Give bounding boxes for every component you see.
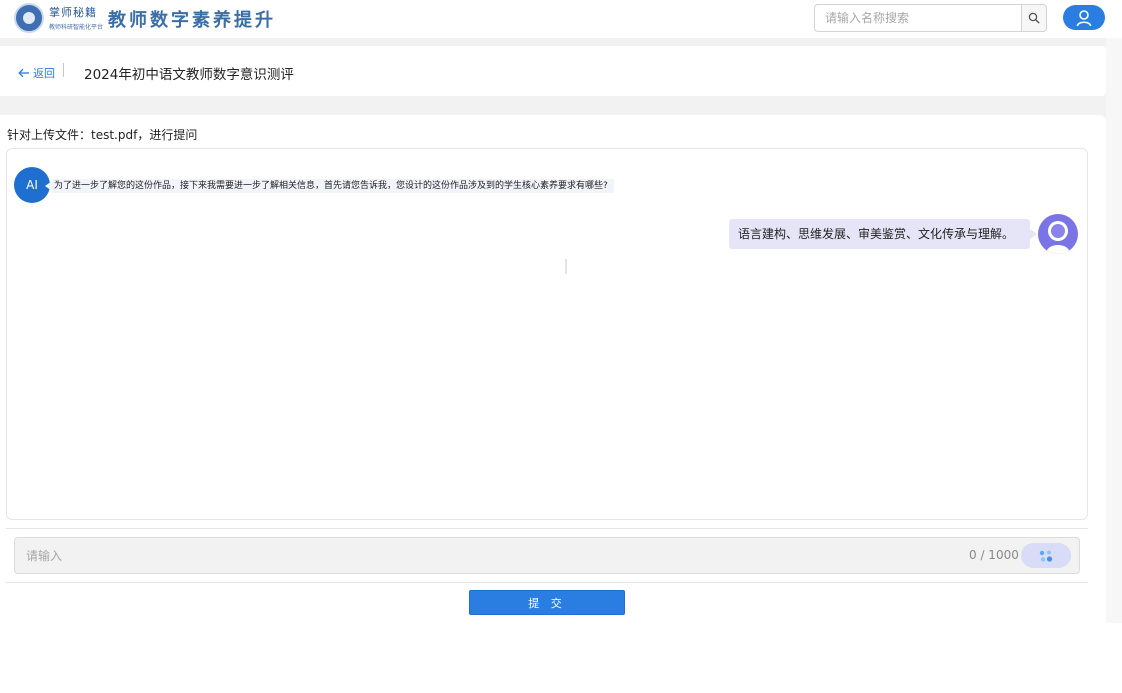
sparkle-icon [1039,550,1053,562]
arrow-left-icon [18,68,29,78]
page-title: 2024年初中语文教师数字意识测评 [84,67,294,83]
search-button[interactable] [1021,4,1047,32]
title-divider [63,63,64,77]
submit-button[interactable]: 提 交 [469,590,625,615]
user-icon [1076,9,1092,26]
logo-script-text: 掌师秘籍 [49,6,97,19]
user-message-bubble: 语言建构、思维发展、审美鉴赏、文化传承与理解。 [729,219,1030,249]
logo-subtitle: 教师科研智能化平台 [49,24,104,31]
back-link[interactable]: 返回 [18,65,55,81]
ai-assist-button[interactable] [1021,543,1071,568]
site-title: 教师数字素养提升 [108,10,276,31]
char-counter: 0 / 1000 [969,548,1019,562]
ai-message-bubble: 为了进一步了解您的这份作品，接下来我需要进一步了解相关信息，首先请您告诉我，您设… [52,179,614,193]
input-divider-bottom [6,582,1088,583]
ai-bubble-tail [45,181,52,191]
user-avatar [1038,214,1078,254]
user-bubble-tail [1030,229,1037,239]
chat-area[interactable] [6,148,1088,520]
prompt-label: 针对上传文件：test.pdf，进行提问 [7,128,198,142]
logo-emblem [14,3,44,33]
back-link-label: 返回 [33,67,55,80]
page-scroll-gutter [1106,38,1122,623]
user-avatar-icon [1046,221,1070,254]
message-input[interactable] [24,546,928,566]
search-input[interactable] [814,4,1022,32]
input-divider-top [6,528,1088,529]
search-icon [1028,12,1040,24]
user-account-button[interactable] [1063,5,1105,30]
text-cursor-marker [565,259,567,274]
